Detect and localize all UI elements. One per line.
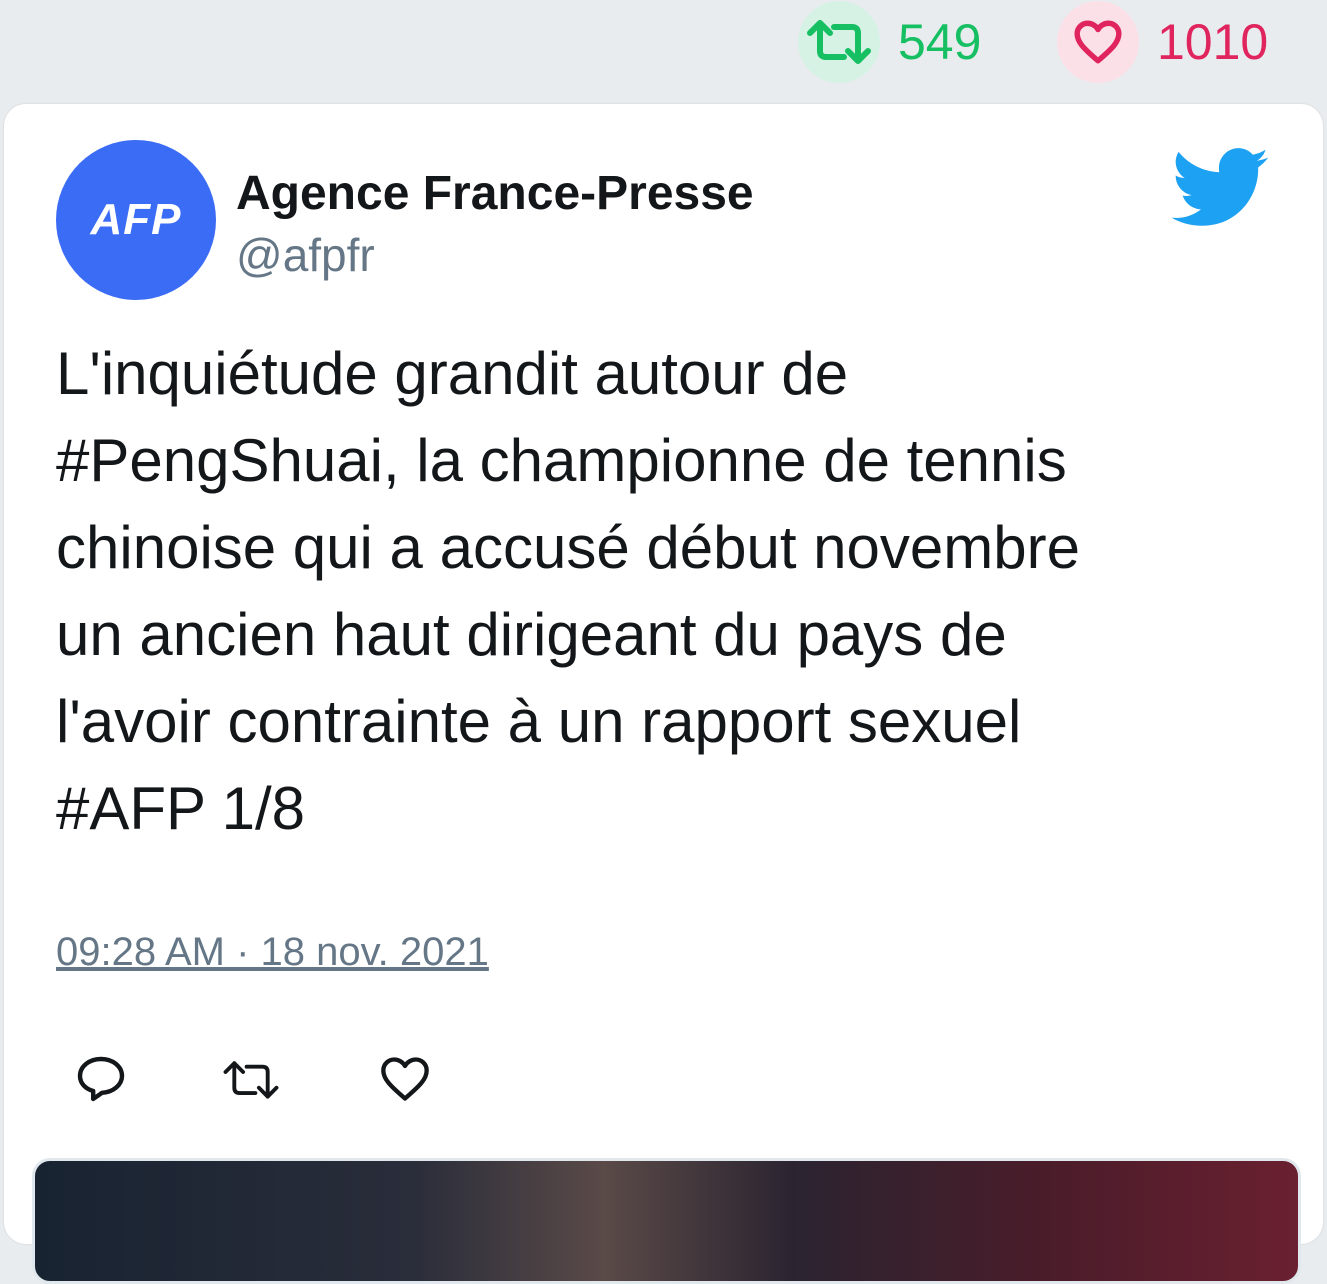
retweet-action-icon[interactable] bbox=[222, 1050, 280, 1108]
tweet-media-image[interactable] bbox=[32, 1158, 1301, 1284]
tweet-timestamp-link[interactable]: 09:28 AM · 18 nov. 2021 bbox=[56, 930, 489, 975]
avatar-logo-text: AFP bbox=[90, 195, 182, 244]
heart-icon[interactable] bbox=[1057, 1, 1139, 83]
avatar[interactable]: AFP bbox=[56, 140, 216, 300]
tweet-card: AFP Agence France-Presse @afpfr L'inquié… bbox=[4, 104, 1323, 1284]
tweet-line: un ancien haut dirigeant du pays de bbox=[56, 601, 1007, 668]
tweet-text: L'inquiétude grandit autour de #PengShua… bbox=[56, 330, 1276, 852]
retweet-icon[interactable] bbox=[798, 1, 880, 83]
tweet-line: #AFP 1/8 bbox=[56, 775, 306, 842]
retweet-stat[interactable]: 549 bbox=[798, 0, 981, 84]
reply-icon[interactable] bbox=[72, 1050, 130, 1108]
like-count: 1010 bbox=[1157, 14, 1269, 70]
tweet-line: #PengShuai, la championne de tennis bbox=[56, 427, 1067, 494]
author-name[interactable]: Agence France-Presse bbox=[236, 166, 754, 221]
tweet-actions bbox=[4, 1050, 1323, 1110]
tweet-line: chinoise qui a accusé début novembre bbox=[56, 514, 1080, 581]
tweet-line: l'avoir contrainte à un rapport sexuel bbox=[56, 688, 1022, 755]
tweet-line: L'inquiétude grandit autour de bbox=[56, 340, 849, 407]
like-action-icon[interactable] bbox=[376, 1050, 434, 1108]
author-handle[interactable]: @afpfr bbox=[236, 228, 375, 282]
twitter-bird-icon[interactable] bbox=[1171, 148, 1270, 230]
engagement-bar: 549 1010 bbox=[0, 0, 1327, 100]
like-stat[interactable]: 1010 bbox=[1057, 0, 1268, 84]
retweet-count: 549 bbox=[898, 14, 982, 70]
